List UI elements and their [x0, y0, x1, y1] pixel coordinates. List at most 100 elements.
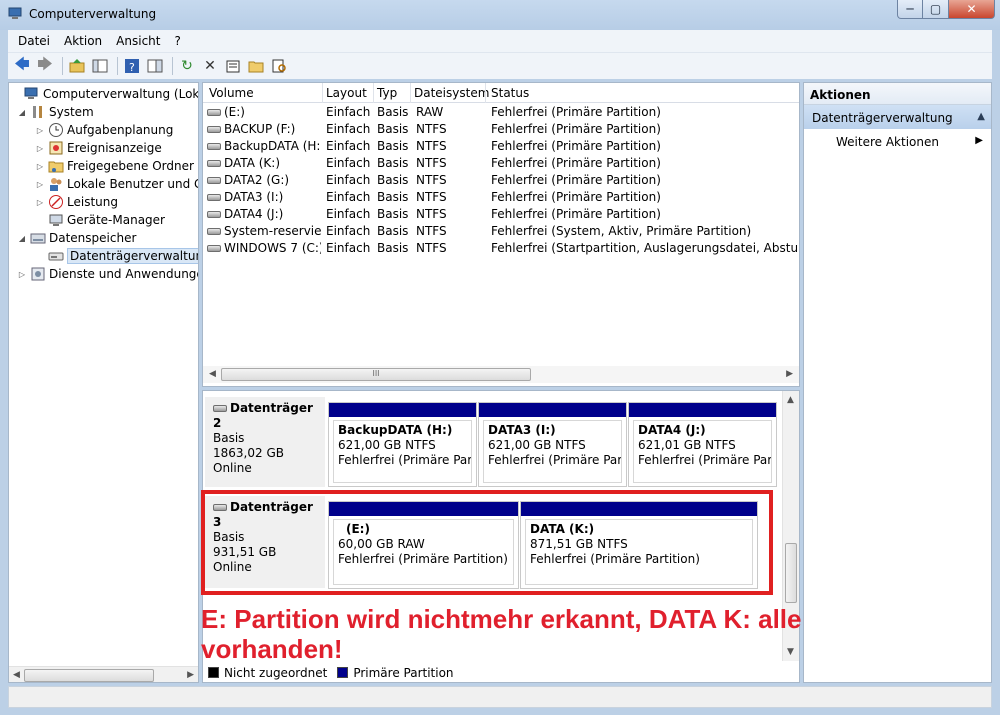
expand-arrow-icon[interactable]: ▷ — [35, 144, 45, 153]
partition-data3-i[interactable]: DATA3 (I:) 621,00 GB NTFS Fehlerfrei (Pr… — [478, 402, 627, 487]
search-doc-icon[interactable] — [269, 56, 289, 76]
table-row[interactable]: DATA (K:) Einfach Basis NTFS Fehlerfrei (Pri… — [203, 155, 799, 172]
services-icon — [31, 267, 45, 281]
expand-arrow-icon[interactable]: ▷ — [17, 270, 27, 279]
column-header-layout[interactable]: Layout — [326, 86, 367, 100]
tree-item-geraete-manager[interactable]: Geräte-Manager — [35, 211, 165, 229]
maximize-button[interactable]: ▢ — [923, 0, 949, 19]
scroll-left-arrow-icon[interactable]: ◀ — [13, 670, 20, 680]
tree-label: Leistung — [67, 195, 118, 209]
volume-icon — [207, 211, 221, 218]
tree-item-datenspeicher[interactable]: ◢ Datenspeicher — [17, 229, 136, 247]
cell-volume: (E:) — [207, 105, 321, 119]
volume-icon — [207, 160, 221, 167]
table-row[interactable]: WINDOWS 7 (C:) Einfach Basis NTFS Fehlerfrei… — [203, 240, 799, 257]
partition-data4-j[interactable]: DATA4 (J:) 621,01 GB NTFS Fehlerfrei (Pr… — [628, 402, 777, 487]
menu-help[interactable]: ? — [174, 34, 180, 48]
table-row[interactable]: (E:) Einfach Basis RAW Fehlerfrei (Primäre P… — [203, 104, 799, 121]
clock-icon — [49, 123, 63, 137]
show-tree-icon[interactable] — [90, 56, 110, 76]
table-row[interactable]: DATA3 (I:) Einfach Basis NTFS Fehlerfrei (Pr… — [203, 189, 799, 206]
refresh-icon[interactable]: ↻ — [177, 56, 197, 76]
status-bar — [8, 686, 992, 708]
tree-item-root[interactable]: Computerverwaltung (Lokal) — [11, 85, 198, 103]
title-bar[interactable]: Computerverwaltung ─ ▢ ✕ — [0, 0, 1000, 30]
actions-section-datentraegerverwaltung[interactable]: Datenträgerverwaltung ▲ — [804, 105, 991, 129]
console-view-icon[interactable] — [145, 56, 165, 76]
toolbar-separator — [117, 57, 118, 75]
partition-name: DATA3 (I:) — [488, 423, 556, 437]
cell-dateisystem: NTFS — [416, 122, 447, 136]
cell-status: Fehlerfrei (Primäre Partition) — [491, 139, 661, 153]
table-row[interactable]: BACKUP (F:) Einfach Basis NTFS Fehlerfrei (P… — [203, 121, 799, 138]
cell-volume: System-reserviert — [207, 224, 321, 238]
scroll-thumb[interactable] — [24, 669, 154, 682]
cell-typ: Basis — [377, 241, 409, 255]
tree-item-benutzer[interactable]: ▷ Lokale Benutzer und Gru — [35, 175, 198, 193]
partition-backupdata-h[interactable]: BackupDATA (H:) 621,00 GB NTFS Fehlerfre… — [328, 402, 477, 487]
expand-arrow-icon[interactable]: ▷ — [35, 126, 45, 135]
help-icon[interactable]: ? — [122, 56, 142, 76]
navigation-tree: Computerverwaltung (Lokal) ◢ System ▷ Au… — [8, 82, 199, 683]
scroll-right-arrow-icon[interactable]: ▶ — [786, 369, 793, 379]
collapse-arrow-icon[interactable]: ◢ — [17, 108, 27, 117]
column-header-typ[interactable]: Typ — [377, 86, 397, 100]
tree-item-freigaben[interactable]: ▷ Freigegebene Ordner — [35, 157, 194, 175]
volume-list: Volume Layout Typ Dateisystem Status (E:… — [202, 82, 800, 387]
tree-item-aufgabenplanung[interactable]: ▷ Aufgabenplanung — [35, 121, 173, 139]
tree-label: Datenträgerverwaltung — [67, 248, 198, 264]
volume-name: BackupDATA (H:) — [224, 139, 321, 153]
menu-bar: Datei Aktion Ansicht ? — [8, 30, 992, 52]
close-button[interactable]: ✕ — [949, 0, 995, 19]
scroll-right-arrow-icon[interactable]: ▶ — [187, 670, 194, 680]
cell-typ: Basis — [377, 122, 409, 136]
expand-arrow-icon[interactable]: ▷ — [35, 162, 45, 171]
menu-aktion[interactable]: Aktion — [64, 34, 102, 48]
volume-horizontal-scrollbar[interactable]: ◀ III ▶ — [203, 366, 799, 383]
table-row[interactable]: DATA2 (G:) Einfach Basis NTFS Fehlerfrei (Pr… — [203, 172, 799, 189]
scroll-left-arrow-icon[interactable]: ◀ — [209, 369, 216, 379]
table-row[interactable]: DATA4 (J:) Einfach Basis NTFS Fehlerfrei (Pr… — [203, 206, 799, 223]
column-header-dateisystem[interactable]: Dateisystem — [414, 86, 489, 100]
tree-item-ereignisanzeige[interactable]: ▷ Ereignisanzeige — [35, 139, 162, 157]
tree-item-datentraegerverwaltung[interactable]: Datenträgerverwaltung — [35, 247, 198, 265]
volume-name: DATA2 (G:) — [224, 173, 290, 187]
delete-icon[interactable]: ✕ — [200, 56, 220, 76]
cell-status: Fehlerfrei (Startpartition, Auslagerungs… — [491, 241, 799, 255]
partition-size: 621,01 GB NTFS — [638, 438, 736, 452]
cell-dateisystem: NTFS — [416, 173, 447, 187]
action-weitere-aktionen[interactable]: Weitere Aktionen ▶ — [804, 129, 991, 153]
cell-layout: Einfach — [326, 139, 371, 153]
tree-horizontal-scrollbar[interactable]: ◀ ▶ — [9, 666, 198, 682]
scroll-thumb[interactable]: III — [221, 368, 531, 381]
properties-icon[interactable] — [223, 56, 243, 76]
tree-label: Datenspeicher — [49, 231, 137, 245]
disk-2-info[interactable]: Datenträger 2 Basis 1863,02 GB Online — [205, 397, 325, 487]
actions-section-label: Datenträgerverwaltung — [812, 111, 953, 125]
menu-datei[interactable]: Datei — [18, 34, 50, 48]
column-header-status[interactable]: Status — [491, 86, 529, 100]
cell-typ: Basis — [377, 224, 409, 238]
column-header-volume[interactable]: Volume — [209, 86, 254, 100]
tree-item-leistung[interactable]: ▷ Leistung — [35, 193, 118, 211]
minimize-button[interactable]: ─ — [897, 0, 923, 19]
back-arrow-icon[interactable]: 🡄 — [12, 55, 32, 76]
tree-item-dienste[interactable]: ▷ Dienste und Anwendungen — [17, 265, 198, 283]
expand-arrow-icon[interactable]: ▷ — [35, 198, 45, 207]
partition-name: DATA4 (J:) — [638, 423, 706, 437]
collapse-arrow-icon[interactable]: ◢ — [17, 234, 27, 243]
scroll-up-arrow-icon[interactable]: ▲ — [787, 395, 794, 405]
scroll-thumb[interactable] — [785, 543, 797, 603]
table-row[interactable]: BackupDATA (H:) Einfach Basis NTFS Fehlerfre… — [203, 138, 799, 155]
expand-arrow-icon[interactable]: ▷ — [35, 180, 45, 189]
cell-volume: DATA4 (J:) — [207, 207, 321, 221]
legend-swatch-unallocated — [208, 667, 219, 678]
open-folder-icon[interactable] — [246, 56, 266, 76]
tree-item-system[interactable]: ◢ System — [17, 103, 94, 121]
menu-ansicht[interactable]: Ansicht — [116, 34, 160, 48]
cell-dateisystem: NTFS — [416, 190, 447, 204]
forward-arrow-icon[interactable]: 🡆 — [35, 55, 55, 76]
table-row[interactable]: System-reserviert Einfach Basis NTFS Fehlerf… — [203, 223, 799, 240]
up-folder-icon[interactable] — [67, 56, 87, 76]
collapse-up-icon[interactable]: ▲ — [977, 111, 985, 122]
